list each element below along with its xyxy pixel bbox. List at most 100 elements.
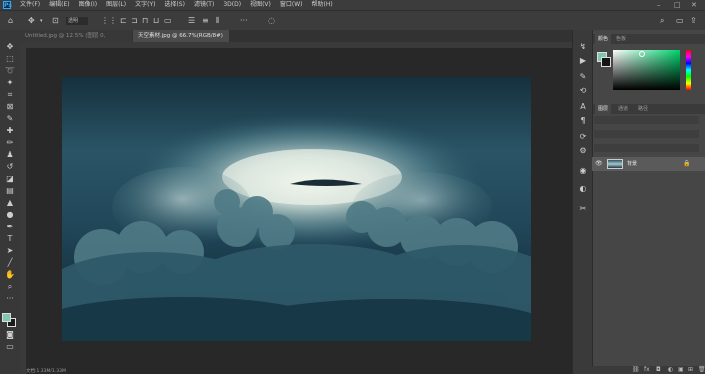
eye-icon[interactable]: 👁 — [595, 159, 603, 169]
more-tools-icon[interactable]: ··· — [4, 294, 16, 304]
glyphs-icon[interactable]: ⟳ — [578, 132, 588, 142]
tab-color[interactable]: 颜色 — [595, 34, 612, 44]
move-tool-icon[interactable]: ✥ — [28, 16, 35, 26]
eyedropper-icon[interactable]: ✎ — [4, 114, 16, 124]
tools-icon[interactable]: ✂ — [578, 204, 588, 214]
layer-name[interactable]: 背景 — [627, 159, 637, 169]
menu-image[interactable]: 图像(I) — [79, 1, 97, 9]
marquee-tool-icon[interactable]: ⬚ — [4, 54, 16, 64]
panel-icon-strip: ↯ ▶ ✎ ⟲ A ¶ ⟳ ⚙ ◉ ◐ ✂ — [572, 30, 593, 374]
menu-bar: Ps 文件(F) 编辑(E) 图像(I) 图层(L) 文字(Y) 选择(S) 滤… — [0, 0, 705, 10]
cloud-photo — [62, 77, 531, 341]
history-icon[interactable]: ↯ — [578, 42, 588, 52]
document-canvas[interactable] — [62, 77, 531, 341]
distribute-icon[interactable]: ☰ — [188, 16, 195, 26]
menu-layer[interactable]: 图层(L) — [106, 1, 126, 9]
tab-swatches[interactable]: 色板 — [613, 34, 629, 44]
tab-layers[interactable]: 图层 — [595, 104, 612, 114]
maximize-button[interactable]: □ — [674, 0, 681, 10]
menu-file[interactable]: 文件(F) — [20, 1, 40, 9]
search-icon[interactable]: ⌕ — [660, 16, 664, 26]
align-left-icon[interactable]: ⊏ — [120, 16, 127, 26]
lock-bar[interactable] — [594, 144, 699, 152]
home-icon[interactable]: ⌂ — [8, 16, 13, 26]
tab-channels[interactable]: 通道 — [615, 104, 631, 114]
menu-filter[interactable]: 滤镜(T) — [194, 1, 214, 9]
menu-3d[interactable]: 3D(D) — [223, 1, 241, 9]
tab-paths[interactable]: 路径 — [635, 104, 651, 114]
align-top-icon[interactable]: ⊔ — [153, 16, 159, 26]
align-middle-icon[interactable]: ▭ — [164, 16, 172, 26]
dropdown-chevron-icon[interactable]: ▾ — [40, 16, 43, 26]
distribute-v-icon[interactable]: ≡ — [202, 16, 209, 26]
picker-cursor[interactable] — [639, 51, 645, 57]
fx-icon[interactable]: fx — [644, 366, 650, 374]
eraser-tool-icon[interactable]: ◪ — [4, 174, 16, 184]
group-icon[interactable]: ▣ — [678, 366, 684, 374]
pen-tool-icon[interactable]: ✒ — [4, 222, 16, 232]
move-tool-icon[interactable]: ✥ — [4, 42, 16, 52]
quick-mask-icon[interactable]: ◙ — [4, 330, 16, 340]
menu-edit[interactable]: 编辑(E) — [49, 1, 69, 9]
clone-source-icon[interactable]: ⟲ — [578, 86, 588, 96]
gradient-tool-icon[interactable]: ▤ — [4, 186, 16, 196]
lasso-tool-icon[interactable]: ➰ — [4, 66, 16, 76]
auto-select-icon[interactable]: ⊡ — [52, 16, 59, 26]
adjustments-icon[interactable]: ◐ — [578, 184, 588, 194]
brush-tool-icon[interactable]: ✏ — [4, 138, 16, 148]
align-center-icon[interactable]: ⊐ — [131, 16, 138, 26]
align-grid-icon[interactable]: ⋮⋮ — [101, 16, 117, 26]
properties-icon[interactable]: ⚙ — [578, 146, 588, 156]
character-icon[interactable]: A — [578, 102, 588, 112]
layer-filter-bar[interactable] — [594, 116, 699, 124]
mask-icon[interactable]: ◘ — [656, 366, 661, 374]
adjustment-layer-icon[interactable]: ◐ — [668, 366, 673, 374]
menu-select[interactable]: 选择(S) — [164, 1, 185, 9]
share-icon[interactable]: ⇪ — [690, 16, 697, 26]
distribute-h-icon[interactable]: ⫴ — [216, 16, 219, 26]
crop-tool-icon[interactable]: ⌗ — [4, 90, 16, 100]
menu-window[interactable]: 窗口(W) — [280, 1, 303, 9]
healing-brush-icon[interactable]: ✚ — [4, 126, 16, 136]
link-layers-icon[interactable]: ⛓ — [632, 366, 640, 374]
paragraph-icon[interactable]: ¶ — [578, 116, 588, 126]
layer-thumbnail — [607, 159, 623, 169]
blur-tool-icon[interactable]: ▲ — [4, 198, 16, 208]
tab-sky-material[interactable]: 天空素材.jpg @ 66.7%(RGB/8#) × — [133, 30, 229, 51]
path-select-icon[interactable]: ➤ — [4, 246, 16, 256]
line-tool-icon[interactable]: ╱ — [4, 258, 16, 268]
3d-mode-icon[interactable]: ◌ — [268, 16, 275, 26]
hue-slider[interactable] — [686, 50, 691, 90]
tab-untitled[interactable]: Untitled.jpg @ 12.5% (图层 0, RGB/8#) × — [20, 30, 132, 51]
trash-icon[interactable]: 🗑 — [698, 366, 705, 374]
zoom-tool-icon[interactable]: ⌕ — [4, 282, 16, 292]
blend-mode-bar[interactable] — [594, 130, 699, 138]
close-window-button[interactable]: ✕ — [691, 0, 697, 10]
align-right-icon[interactable]: ⊓ — [142, 16, 148, 26]
type-tool-icon[interactable]: T — [4, 234, 16, 244]
new-layer-icon[interactable]: ⊞ — [688, 366, 693, 374]
minimize-button[interactable]: – — [657, 0, 661, 10]
screen-mode-icon[interactable]: ▭ — [4, 342, 16, 352]
play-icon[interactable]: ▶ — [578, 56, 588, 66]
3d-icon[interactable]: ◉ — [578, 166, 588, 176]
menu-view[interactable]: 视图(V) — [250, 1, 271, 9]
photoshop-logo: Ps — [3, 1, 12, 9]
status-bar: 文档:1.33M/1.33M — [26, 369, 66, 374]
background-color-chip[interactable] — [601, 57, 611, 67]
mode-select[interactable]: 透明 — [66, 17, 88, 25]
frame-tool-icon[interactable]: ⊠ — [4, 102, 16, 112]
workspace-icon[interactable]: ▭ — [676, 16, 684, 26]
color-picker-field[interactable] — [613, 50, 680, 90]
stamp-tool-icon[interactable]: ♟ — [4, 150, 16, 160]
foreground-color-swatch[interactable] — [2, 313, 11, 322]
menu-help[interactable]: 帮助(H) — [312, 1, 333, 9]
dodge-tool-icon[interactable]: ● — [4, 210, 16, 220]
lock-icon[interactable]: 🔒 — [683, 159, 690, 169]
more-options-icon[interactable]: ··· — [240, 16, 248, 26]
menu-type[interactable]: 文字(Y) — [135, 1, 155, 9]
brush-settings-icon[interactable]: ✎ — [578, 72, 588, 82]
hand-tool-icon[interactable]: ✋ — [4, 270, 16, 280]
magic-wand-icon[interactable]: ✦ — [4, 78, 16, 88]
history-brush-icon[interactable]: ↺ — [4, 162, 16, 172]
